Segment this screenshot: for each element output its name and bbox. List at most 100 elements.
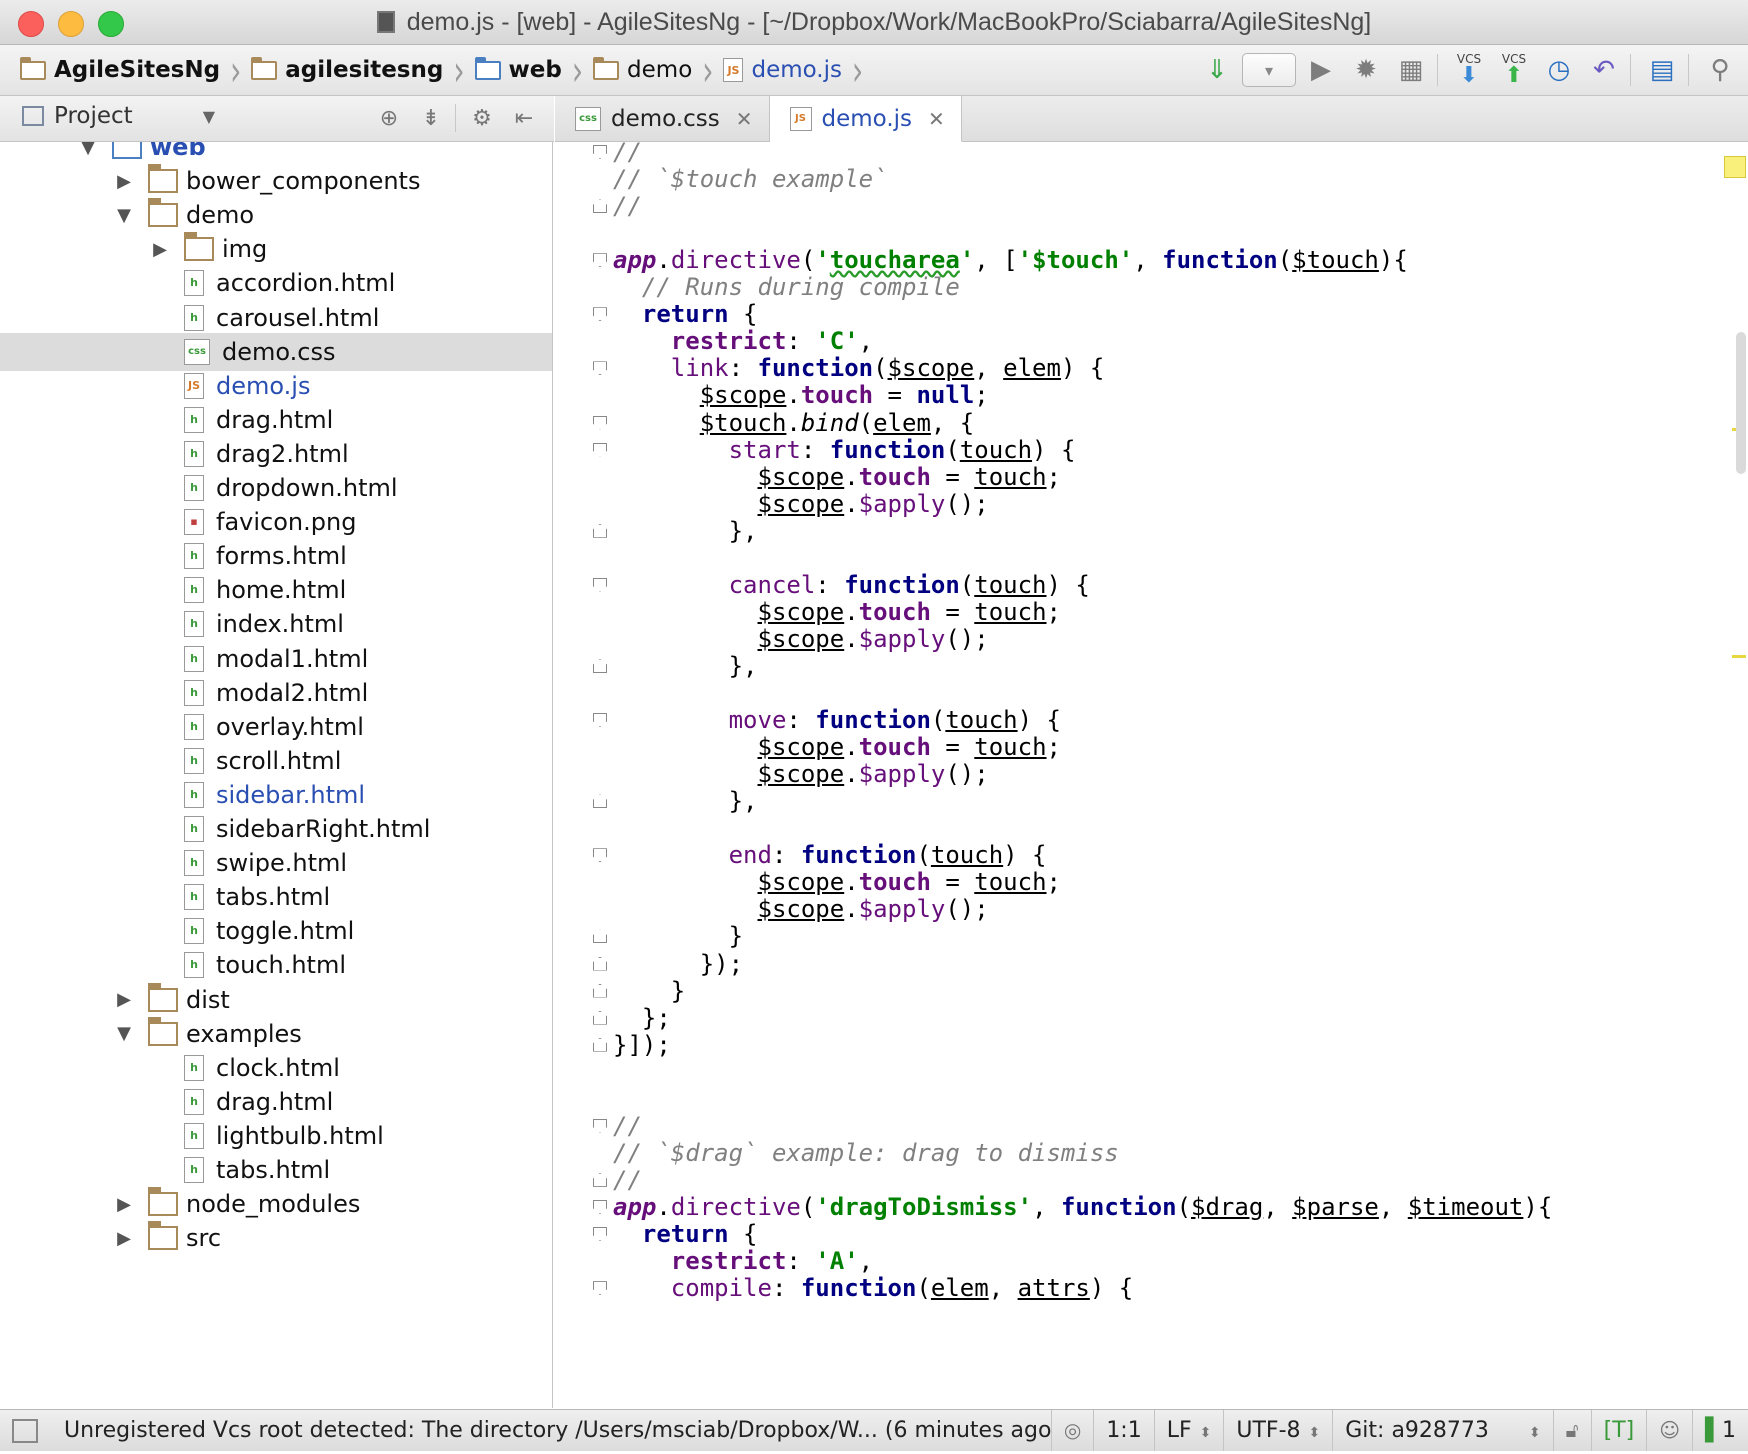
tree-item[interactable]: h drag.html xyxy=(0,401,552,439)
tree-item[interactable]: h modal2.html xyxy=(0,674,552,712)
tree-item[interactable]: h scroll.html xyxy=(0,742,552,780)
vcs-update-button[interactable]: VCS ⬇ xyxy=(1449,50,1489,90)
fold-start-icon[interactable] xyxy=(593,577,607,592)
fold-start-icon[interactable] xyxy=(593,361,607,376)
expanded-arrow-icon[interactable]: ▼ xyxy=(114,205,134,226)
tree-item[interactable]: JS demo.js xyxy=(0,367,552,405)
status-message[interactable]: Unregistered Vcs root detected: The dire… xyxy=(64,1418,1051,1443)
run-icon[interactable]: ▶ xyxy=(1301,50,1341,90)
tree-item[interactable]: h lightbulb.html xyxy=(0,1117,552,1155)
tree-item[interactable]: ▶ img xyxy=(0,230,552,268)
collapsed-arrow-icon[interactable]: ▶ xyxy=(114,1228,134,1249)
git-branch-selector[interactable]: Git: a928773 ⬍ xyxy=(1332,1410,1552,1451)
fold-end-icon[interactable] xyxy=(593,199,607,214)
tree-item[interactable]: h toggle.html xyxy=(0,912,552,950)
gear-icon[interactable]: ⚙ xyxy=(466,102,498,134)
editor-tab[interactable]: css demo.css ✕ xyxy=(555,96,770,141)
scroll-from-source-icon[interactable]: ⊕ xyxy=(373,102,405,134)
memory-indicator-icon[interactable]: ◎ xyxy=(1050,1410,1093,1451)
hide-panel-icon[interactable]: ⇤ xyxy=(508,102,540,134)
t-badge[interactable]: [T] xyxy=(1590,1410,1647,1451)
tree-item[interactable]: ▶ node_modules xyxy=(0,1185,552,1223)
fold-end-icon[interactable] xyxy=(593,929,607,944)
event-log-button[interactable]: ▌1 xyxy=(1692,1410,1748,1451)
tree-item[interactable]: h modal1.html xyxy=(0,640,552,678)
tree-item[interactable]: ▼ examples xyxy=(0,1015,552,1053)
fold-start-icon[interactable] xyxy=(593,253,607,268)
fold-end-icon[interactable] xyxy=(593,956,607,971)
fold-start-icon[interactable] xyxy=(593,1199,607,1214)
breadcrumb-item[interactable]: JS demo.js › xyxy=(723,45,863,95)
fold-start-icon[interactable] xyxy=(593,713,607,728)
tree-item[interactable]: h drag.html xyxy=(0,1083,552,1121)
tree-item[interactable]: ▪ favicon.png xyxy=(0,503,552,541)
close-icon[interactable]: ✕ xyxy=(928,107,945,131)
coverage-icon[interactable]: ▦ xyxy=(1391,50,1431,90)
tree-item[interactable]: h overlay.html xyxy=(0,708,552,746)
debug-icon[interactable]: ✹ xyxy=(1346,50,1386,90)
fold-start-icon[interactable] xyxy=(593,1227,607,1241)
build-icon[interactable]: ⇓ xyxy=(1197,50,1237,90)
tree-item[interactable]: h index.html xyxy=(0,605,552,643)
fold-end-icon[interactable] xyxy=(593,523,607,538)
fold-start-icon[interactable] xyxy=(593,307,607,322)
tree-item[interactable]: h forms.html xyxy=(0,537,552,575)
fold-end-icon[interactable] xyxy=(593,983,607,998)
tree-item[interactable]: ▶ dist xyxy=(0,981,552,1019)
vcs-history-icon[interactable]: ◷ xyxy=(1539,50,1579,90)
inspection-status-icon[interactable] xyxy=(1724,156,1746,178)
editor-scrollbar[interactable] xyxy=(1736,332,1746,474)
tree-item[interactable]: h sidebarRight.html xyxy=(0,810,552,848)
tree-item[interactable]: h swipe.html xyxy=(0,844,552,882)
revert-icon[interactable]: ↶ xyxy=(1584,50,1624,90)
fold-end-icon[interactable] xyxy=(593,1010,607,1025)
tree-item[interactable]: h dropdown.html xyxy=(0,469,552,507)
breadcrumb-item[interactable]: demo › xyxy=(593,45,713,95)
breadcrumb-item[interactable]: agilesitesng › xyxy=(251,45,465,95)
tree-item[interactable]: h tabs.html xyxy=(0,878,552,916)
project-view-selector[interactable]: Project ▼ xyxy=(22,103,215,129)
tree-item[interactable]: h drag2.html xyxy=(0,435,552,473)
editor-tab[interactable]: JS demo.js ✕ xyxy=(769,96,962,142)
tree-item[interactable]: h carousel.html xyxy=(0,299,552,337)
caret-position[interactable]: 1:1 xyxy=(1093,1410,1153,1451)
fold-end-icon[interactable] xyxy=(593,1037,607,1052)
tree-item[interactable]: ▶ bower_components xyxy=(0,162,552,200)
project-structure-icon[interactable]: ▤ xyxy=(1642,50,1682,90)
fold-start-icon[interactable] xyxy=(593,415,607,430)
fold-start-icon[interactable] xyxy=(593,442,607,457)
search-icon[interactable]: ⚲ xyxy=(1700,50,1740,90)
vcs-commit-button[interactable]: VCS ⬆ xyxy=(1494,50,1534,90)
tree-item[interactable]: h touch.html xyxy=(0,946,552,984)
tree-item[interactable]: css demo.css xyxy=(0,332,552,371)
tree-item[interactable]: h sidebar.html xyxy=(0,776,552,814)
error-stripe-mark[interactable] xyxy=(1732,655,1746,658)
encoding-selector[interactable]: UTF-8 ⬍ xyxy=(1223,1410,1332,1451)
tree-item[interactable]: h home.html xyxy=(0,571,552,609)
fold-start-icon[interactable] xyxy=(593,848,607,863)
tree-item[interactable]: ▶ src xyxy=(0,1219,552,1257)
expanded-arrow-icon[interactable]: ▼ xyxy=(114,1023,134,1044)
fold-start-icon[interactable] xyxy=(593,1118,607,1133)
tool-windows-icon[interactable] xyxy=(12,1418,38,1443)
fold-end-icon[interactable] xyxy=(593,658,607,673)
close-icon[interactable]: ✕ xyxy=(736,107,753,131)
collapsed-arrow-icon[interactable]: ▶ xyxy=(114,1194,134,1215)
fold-end-icon[interactable] xyxy=(593,794,607,809)
fold-end-icon[interactable] xyxy=(593,1172,607,1187)
run-config-dropdown[interactable]: ▾ xyxy=(1242,53,1296,87)
line-separator-selector[interactable]: LF ⬍ xyxy=(1153,1410,1224,1451)
tree-item[interactable]: h accordion.html xyxy=(0,264,552,302)
collapsed-arrow-icon[interactable]: ▶ xyxy=(114,171,134,192)
collapse-all-icon[interactable]: ⇟ xyxy=(415,102,447,134)
expanded-arrow-icon[interactable]: ▼ xyxy=(78,142,98,158)
lock-icon[interactable]: 🔓︎ xyxy=(1552,1410,1591,1451)
breadcrumb-item[interactable]: AgileSitesNg › xyxy=(20,45,241,95)
code-editor[interactable]: //// `$touch example`//app.directive('to… xyxy=(555,142,1748,1408)
breadcrumb-item[interactable]: web › xyxy=(474,45,583,95)
fold-start-icon[interactable] xyxy=(593,145,607,159)
collapsed-arrow-icon[interactable]: ▶ xyxy=(114,989,134,1010)
hector-icon[interactable]: ☺ xyxy=(1646,1410,1692,1451)
tree-item[interactable]: h clock.html xyxy=(0,1049,552,1087)
fold-start-icon[interactable] xyxy=(593,1281,607,1296)
